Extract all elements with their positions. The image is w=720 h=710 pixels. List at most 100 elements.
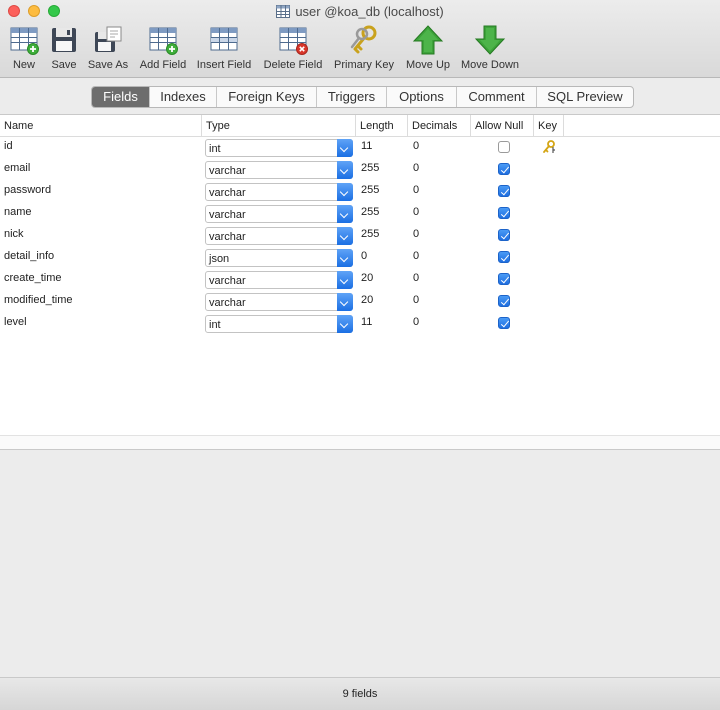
toolbar: New Save Save As Add Field Insert Field … bbox=[0, 24, 720, 76]
table-row[interactable]: name varchar 255 0 bbox=[0, 203, 720, 225]
chevron-down-icon[interactable] bbox=[337, 271, 353, 289]
length-cell[interactable]: 20 bbox=[357, 291, 407, 313]
allow-null-checkbox[interactable] bbox=[498, 185, 510, 197]
insert-field-button-label: Insert Field bbox=[196, 59, 252, 71]
move-down-button[interactable]: Move Down bbox=[458, 24, 522, 74]
tab-triggers[interactable]: Triggers bbox=[317, 87, 387, 107]
type-select[interactable]: int bbox=[205, 315, 353, 333]
save-as-button[interactable]: Save As bbox=[86, 24, 130, 74]
length-cell[interactable]: 255 bbox=[357, 181, 407, 203]
length-cell[interactable]: 255 bbox=[357, 203, 407, 225]
tab-fields[interactable]: Fields bbox=[92, 87, 150, 107]
type-select[interactable]: varchar bbox=[205, 183, 353, 201]
delete-field-button[interactable]: Delete Field bbox=[261, 24, 325, 74]
arrow-up-icon bbox=[412, 25, 444, 55]
allow-null-checkbox[interactable] bbox=[498, 141, 510, 153]
field-name-cell[interactable]: name bbox=[0, 203, 200, 225]
type-select[interactable]: int bbox=[205, 139, 353, 157]
chevron-down-icon[interactable] bbox=[337, 161, 353, 179]
column-header-decimals[interactable]: Decimals bbox=[408, 115, 471, 137]
field-name-cell[interactable]: email bbox=[0, 159, 200, 181]
table-row[interactable]: level int 11 0 bbox=[0, 313, 720, 335]
decimals-cell[interactable]: 0 bbox=[409, 269, 469, 291]
chevron-down-icon[interactable] bbox=[337, 139, 353, 157]
primary-key-button-label: Primary Key bbox=[334, 59, 394, 71]
table-row[interactable]: email varchar 255 0 bbox=[0, 159, 720, 181]
length-cell[interactable]: 11 bbox=[357, 313, 407, 335]
chevron-down-icon[interactable] bbox=[337, 249, 353, 267]
move-up-button-label: Move Up bbox=[405, 59, 451, 71]
column-header-key[interactable]: Key bbox=[534, 115, 564, 137]
window-chrome: user @koa_db (localhost) New Save Save A… bbox=[0, 0, 720, 78]
decimals-cell[interactable]: 0 bbox=[409, 137, 469, 159]
tab-foreign-keys[interactable]: Foreign Keys bbox=[217, 87, 317, 107]
allow-null-checkbox[interactable] bbox=[498, 229, 510, 241]
primary-key-button[interactable]: Primary Key bbox=[332, 24, 396, 74]
allow-null-checkbox[interactable] bbox=[498, 207, 510, 219]
type-select[interactable]: varchar bbox=[205, 161, 353, 179]
type-select[interactable]: json bbox=[205, 249, 353, 267]
length-cell[interactable]: 11 bbox=[357, 137, 407, 159]
table-row[interactable]: nick varchar 255 0 bbox=[0, 225, 720, 247]
move-up-button[interactable]: Move Up bbox=[403, 24, 453, 74]
field-name-cell[interactable]: password bbox=[0, 181, 200, 203]
table-row[interactable]: password varchar 255 0 bbox=[0, 181, 720, 203]
allow-null-checkbox[interactable] bbox=[498, 163, 510, 175]
column-header-length[interactable]: Length bbox=[356, 115, 408, 137]
horizontal-scrollbar[interactable] bbox=[0, 435, 720, 449]
table-icon bbox=[276, 5, 291, 18]
chevron-down-icon[interactable] bbox=[337, 205, 353, 223]
length-cell[interactable]: 255 bbox=[357, 159, 407, 181]
field-name-cell[interactable]: nick bbox=[0, 225, 200, 247]
field-name-cell[interactable]: create_time bbox=[0, 269, 200, 291]
add-field-button-label: Add Field bbox=[139, 59, 187, 71]
decimals-cell[interactable]: 0 bbox=[409, 247, 469, 269]
allow-null-checkbox[interactable] bbox=[498, 317, 510, 329]
add-field-button[interactable]: Add Field bbox=[137, 24, 189, 74]
length-cell[interactable]: 20 bbox=[357, 269, 407, 291]
chevron-down-icon[interactable] bbox=[337, 315, 353, 333]
column-header-type[interactable]: Type bbox=[202, 115, 356, 137]
chevron-down-icon[interactable] bbox=[337, 293, 353, 311]
save-button[interactable]: Save bbox=[47, 24, 81, 74]
length-cell[interactable]: 0 bbox=[357, 247, 407, 269]
type-select[interactable]: varchar bbox=[205, 227, 353, 245]
decimals-cell[interactable]: 0 bbox=[409, 291, 469, 313]
allow-null-checkbox[interactable] bbox=[498, 251, 510, 263]
tab-options[interactable]: Options bbox=[387, 87, 457, 107]
allow-null-checkbox[interactable] bbox=[498, 295, 510, 307]
tab-indexes[interactable]: Indexes bbox=[150, 87, 217, 107]
table-row[interactable]: detail_info json 0 0 bbox=[0, 247, 720, 269]
decimals-cell[interactable]: 0 bbox=[409, 225, 469, 247]
new-button[interactable]: New bbox=[7, 24, 41, 74]
type-select[interactable]: varchar bbox=[205, 271, 353, 289]
field-name-cell[interactable]: id bbox=[0, 137, 200, 159]
field-name-cell[interactable]: detail_info bbox=[0, 247, 200, 269]
chevron-down-icon[interactable] bbox=[337, 183, 353, 201]
tab-comment[interactable]: Comment bbox=[457, 87, 537, 107]
decimals-cell[interactable]: 0 bbox=[409, 159, 469, 181]
tab-sql-preview[interactable]: SQL Preview bbox=[537, 87, 633, 107]
decimals-cell[interactable]: 0 bbox=[409, 313, 469, 335]
save-button-label: Save bbox=[51, 59, 77, 71]
table-row[interactable]: modified_time varchar 20 0 bbox=[0, 291, 720, 313]
type-select[interactable]: varchar bbox=[205, 293, 353, 311]
length-cell[interactable]: 255 bbox=[357, 225, 407, 247]
field-name-cell[interactable]: level bbox=[0, 313, 200, 335]
add-field-icon bbox=[149, 27, 178, 55]
column-header-name[interactable]: Name bbox=[0, 115, 202, 137]
table-row[interactable]: id int 11 0 bbox=[0, 137, 720, 159]
insert-field-icon bbox=[210, 27, 238, 51]
allow-null-checkbox[interactable] bbox=[498, 273, 510, 285]
table-row[interactable]: create_time varchar 20 0 bbox=[0, 269, 720, 291]
type-select[interactable]: varchar bbox=[205, 205, 353, 223]
field-name-cell[interactable]: modified_time bbox=[0, 291, 200, 313]
field-count: 9 fields bbox=[342, 688, 378, 700]
column-header-allow-null[interactable]: Allow Null bbox=[471, 115, 534, 137]
arrow-down-icon bbox=[474, 25, 506, 55]
chevron-down-icon[interactable] bbox=[337, 227, 353, 245]
decimals-cell[interactable]: 0 bbox=[409, 203, 469, 225]
decimals-cell[interactable]: 0 bbox=[409, 181, 469, 203]
type-select-value: int bbox=[209, 143, 221, 155]
insert-field-button[interactable]: Insert Field bbox=[194, 24, 254, 74]
